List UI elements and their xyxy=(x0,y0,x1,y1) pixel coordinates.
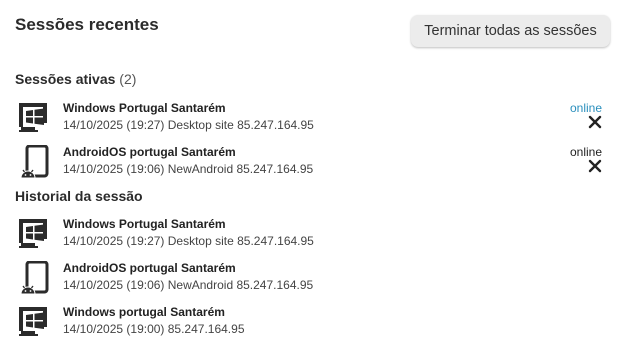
windows-desktop-icon xyxy=(15,305,51,339)
active-session-item: AndroidOS portugal Santarém 14/10/2025 (… xyxy=(15,144,615,185)
session-status: online xyxy=(569,101,602,115)
session-name: Windows Portugal Santarém xyxy=(63,101,226,115)
session-name: AndroidOS portugal Santarém xyxy=(63,145,236,159)
active-sessions-title: Sessões ativas xyxy=(15,71,116,87)
windows-desktop-icon xyxy=(15,217,51,251)
history-session-item: AndroidOS portugal Santarém 14/10/2025 (… xyxy=(15,260,615,301)
active-sessions-heading: Sessões ativas (2) xyxy=(15,71,136,87)
android-phone-icon xyxy=(15,260,51,295)
session-details: 14/10/2025 (19:06) NewAndroid 85.247.164… xyxy=(63,162,314,176)
end-all-sessions-button[interactable]: Terminar todas as sessões xyxy=(411,15,610,47)
windows-desktop-icon xyxy=(15,101,51,135)
android-phone-icon xyxy=(15,144,51,179)
active-sessions-count: (2) xyxy=(119,71,137,87)
session-details: 14/10/2025 (19:27) Desktop site 85.247.1… xyxy=(63,118,314,132)
session-details: 14/10/2025 (19:00) 85.247.164.95 xyxy=(63,322,245,336)
session-details: 14/10/2025 (19:06) NewAndroid 85.247.164… xyxy=(63,278,314,292)
terminate-session-close-icon[interactable] xyxy=(588,115,602,129)
session-details: 14/10/2025 (19:27) Desktop site 85.247.1… xyxy=(63,234,314,248)
terminate-session-close-icon[interactable] xyxy=(588,159,602,173)
session-name: AndroidOS portugal Santarém xyxy=(63,261,236,275)
session-status: online xyxy=(569,145,602,159)
history-session-item: Windows portugal Santarém 14/10/2025 (19… xyxy=(15,305,615,345)
session-name: Windows Portugal Santarém xyxy=(63,217,226,231)
session-history-heading: Historial da sessão xyxy=(15,188,143,204)
page-title: Sessões recentes xyxy=(15,15,159,34)
history-session-item: Windows Portugal Santarém 14/10/2025 (19… xyxy=(15,217,615,257)
active-session-item: Windows Portugal Santarém 14/10/2025 (19… xyxy=(15,101,615,141)
session-name: Windows portugal Santarém xyxy=(63,305,225,319)
